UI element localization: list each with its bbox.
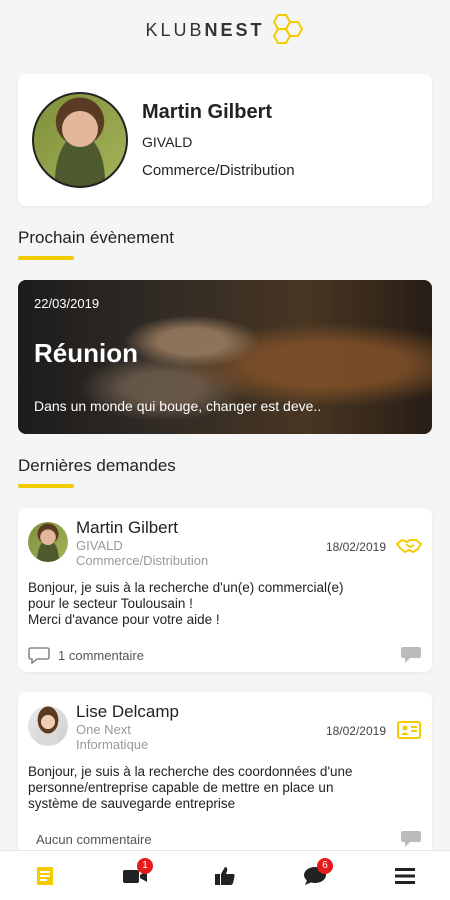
avatar [32, 92, 128, 188]
avatar [28, 522, 68, 562]
heading-underline [18, 256, 74, 260]
newspaper-icon [37, 866, 53, 885]
request-author-sector: Commerce/Distribution [76, 553, 209, 568]
notification-badge: 1 [137, 857, 153, 874]
handshake-icon [396, 536, 422, 556]
logo-text-light: KLUB [145, 19, 205, 40]
contact-card-icon [396, 720, 422, 740]
notification-badge: 6 [317, 857, 333, 874]
request-card[interactable]: Martin Gilbert GIVALD Commerce/Distribut… [18, 508, 432, 672]
request-body: Bonjour, je suis à la recherche d'un(e) … [28, 580, 344, 627]
latest-requests-heading: Dernières demandes [18, 456, 176, 475]
next-event-heading: Prochain évènement [18, 228, 174, 247]
klubnest-logo: KLUBNEST [145, 13, 304, 47]
avatar [28, 706, 68, 746]
profile-name: Martin Gilbert [142, 101, 273, 123]
comments-outline-icon[interactable] [28, 646, 50, 664]
honeycomb-icon [272, 14, 303, 44]
event-card[interactable]: 22/03/2019 Réunion Dans un monde qui bou… [18, 280, 432, 434]
nav-news[interactable] [25, 858, 65, 894]
request-body: Bonjour, je suis à la recherche des coor… [28, 764, 353, 811]
nav-messages[interactable]: 6 [295, 857, 335, 894]
comment-count[interactable]: 1 commentaire [58, 648, 144, 663]
bottom-nav: 1 6 [0, 850, 450, 900]
nav-likes[interactable] [205, 858, 245, 894]
profile-card[interactable]: Martin Gilbert GIVALD Commerce/Distribut… [18, 74, 432, 206]
event-date: 22/03/2019 [34, 296, 100, 311]
logo-text-bold: NEST [204, 19, 265, 40]
app-header: KLUBNEST [0, 0, 450, 60]
comment-count[interactable]: Aucun commentaire [36, 832, 152, 847]
request-author-name: Lise Delcamp [76, 702, 179, 721]
event-title: Réunion [34, 338, 138, 368]
hamburger-menu-icon [395, 867, 415, 884]
comment-icon[interactable] [400, 830, 422, 848]
request-card[interactable]: Lise Delcamp One Next Informatique 18/02… [18, 692, 432, 856]
request-date: 18/02/2019 [325, 724, 386, 738]
comment-icon[interactable] [400, 646, 422, 664]
request-author-sector: Informatique [76, 737, 149, 752]
nav-video[interactable]: 1 [115, 857, 155, 894]
nav-menu[interactable] [385, 858, 425, 894]
event-description: Dans un monde qui bouge, changer est dev… [34, 398, 322, 414]
thumbs-up-icon [215, 866, 235, 885]
request-date: 18/02/2019 [325, 540, 386, 554]
request-author-company: GIVALD [76, 538, 123, 553]
request-author-company: One Next [76, 722, 131, 737]
profile-sector: Commerce/Distribution [142, 162, 295, 179]
request-author-name: Martin Gilbert [76, 518, 179, 537]
profile-company: GIVALD [142, 134, 193, 150]
heading-underline [18, 484, 74, 488]
